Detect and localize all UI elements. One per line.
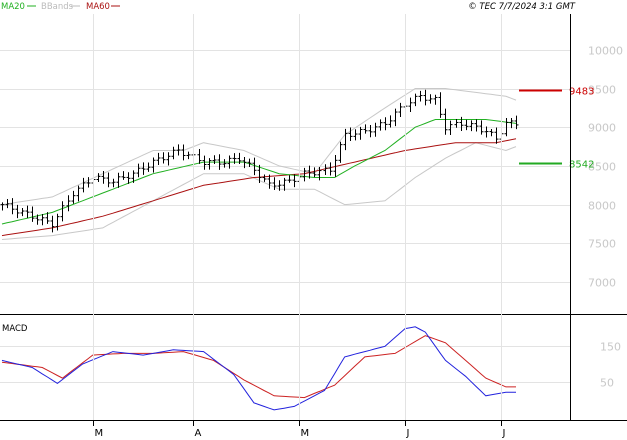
price-bar bbox=[71, 190, 76, 204]
price-bar bbox=[181, 144, 186, 161]
level-label: 9483 bbox=[569, 87, 594, 98]
legend-ma20: MA20 bbox=[1, 2, 25, 12]
price-bar bbox=[358, 126, 363, 140]
price-bar bbox=[20, 207, 25, 217]
price-bar bbox=[247, 158, 252, 167]
price-bar bbox=[146, 162, 151, 172]
price-bar bbox=[151, 157, 156, 173]
price-bar bbox=[433, 94, 438, 105]
price-bar bbox=[262, 174, 267, 182]
price-bar bbox=[60, 201, 65, 222]
price-bar bbox=[197, 149, 202, 164]
price-bar bbox=[25, 205, 30, 218]
macd-y-tick: 150 bbox=[600, 341, 621, 354]
level-label: 8542 bbox=[569, 160, 594, 171]
x-tick-label: J bbox=[406, 428, 410, 439]
macd-y-tick: 50 bbox=[600, 377, 614, 390]
price-bar bbox=[66, 195, 71, 212]
bbands-upper-line bbox=[1, 88, 517, 206]
x-tick-label: M bbox=[95, 428, 104, 439]
price-bar bbox=[15, 204, 20, 219]
price-bar bbox=[81, 177, 86, 193]
legend: MA20 BBands MA60 bbox=[1, 2, 120, 12]
price-y-tick: 10000 bbox=[588, 45, 623, 58]
price-bar bbox=[50, 215, 55, 233]
price-bar bbox=[474, 119, 479, 132]
price-bar bbox=[413, 93, 418, 107]
x-axis: MAMJJ bbox=[93, 14, 506, 439]
price-bar bbox=[368, 125, 373, 138]
price-bar bbox=[40, 213, 45, 226]
price-bar bbox=[454, 118, 459, 128]
stock-chart: MA20 BBands MA60 © TEC 7/7/2024 3:1 GMT … bbox=[0, 0, 627, 440]
price-bar bbox=[428, 94, 433, 104]
price-bar bbox=[76, 185, 81, 202]
price-bar bbox=[323, 164, 328, 176]
price-bar bbox=[121, 171, 126, 180]
chart-canvas: MA20 BBands MA60 © TEC 7/7/2024 3:1 GMT … bbox=[0, 2, 627, 439]
price-bar bbox=[353, 129, 358, 141]
price-bar bbox=[292, 174, 297, 188]
price-bar bbox=[106, 172, 111, 188]
price-bar bbox=[343, 128, 348, 151]
price-bar bbox=[176, 144, 181, 156]
macd-line bbox=[1, 326, 516, 411]
x-tick-label: A bbox=[195, 428, 202, 439]
price-bar bbox=[438, 92, 443, 118]
price-bar bbox=[328, 162, 333, 176]
price-bar bbox=[302, 167, 307, 182]
ma60-line bbox=[1, 138, 517, 237]
price-bar bbox=[494, 127, 499, 144]
price-bar bbox=[388, 115, 393, 128]
price-bar bbox=[116, 172, 121, 188]
price-bar bbox=[398, 102, 403, 118]
price-y-tick: 7000 bbox=[588, 277, 616, 290]
price-bar bbox=[378, 119, 383, 131]
price-bar bbox=[141, 162, 146, 175]
legend-ma60: MA60 bbox=[86, 2, 110, 12]
macd-title: MACD bbox=[2, 324, 28, 334]
x-tick-label: M bbox=[301, 428, 310, 439]
price-y-tick: 7500 bbox=[588, 238, 616, 251]
price-bar bbox=[96, 173, 101, 182]
price-bar bbox=[10, 198, 15, 215]
price-bar bbox=[212, 155, 217, 164]
price-bar bbox=[464, 119, 469, 131]
price-bar bbox=[86, 177, 91, 188]
price-bar bbox=[287, 175, 292, 183]
price-bar bbox=[423, 89, 428, 106]
price-bar bbox=[171, 146, 176, 160]
price-bar bbox=[136, 163, 141, 178]
price-bar bbox=[0, 202, 5, 211]
price-bar bbox=[161, 152, 166, 164]
price-bar bbox=[207, 158, 212, 170]
price-bar bbox=[338, 141, 343, 163]
price-bar bbox=[484, 126, 489, 138]
price-bar bbox=[186, 151, 191, 160]
price-bar bbox=[30, 206, 35, 222]
price-bar bbox=[418, 90, 423, 102]
price-bar bbox=[363, 124, 368, 134]
price-bar bbox=[55, 213, 60, 231]
price-bar bbox=[443, 108, 448, 135]
price-bar bbox=[111, 178, 116, 188]
price-bar bbox=[383, 117, 388, 131]
price-bar bbox=[489, 129, 494, 137]
price-y-tick: 8000 bbox=[588, 200, 616, 213]
x-tick-label: J bbox=[502, 428, 506, 439]
price-bar bbox=[469, 120, 474, 132]
legend-bbands: BBands bbox=[41, 2, 74, 12]
price-bar bbox=[393, 108, 398, 127]
copyright-timestamp: © TEC 7/7/2024 3:1 GMT bbox=[468, 2, 576, 12]
price-bar bbox=[408, 97, 413, 112]
price-bar bbox=[373, 122, 378, 137]
price-bar bbox=[166, 152, 171, 166]
price-y-tick: 9000 bbox=[588, 122, 616, 135]
price-bar bbox=[156, 152, 161, 166]
